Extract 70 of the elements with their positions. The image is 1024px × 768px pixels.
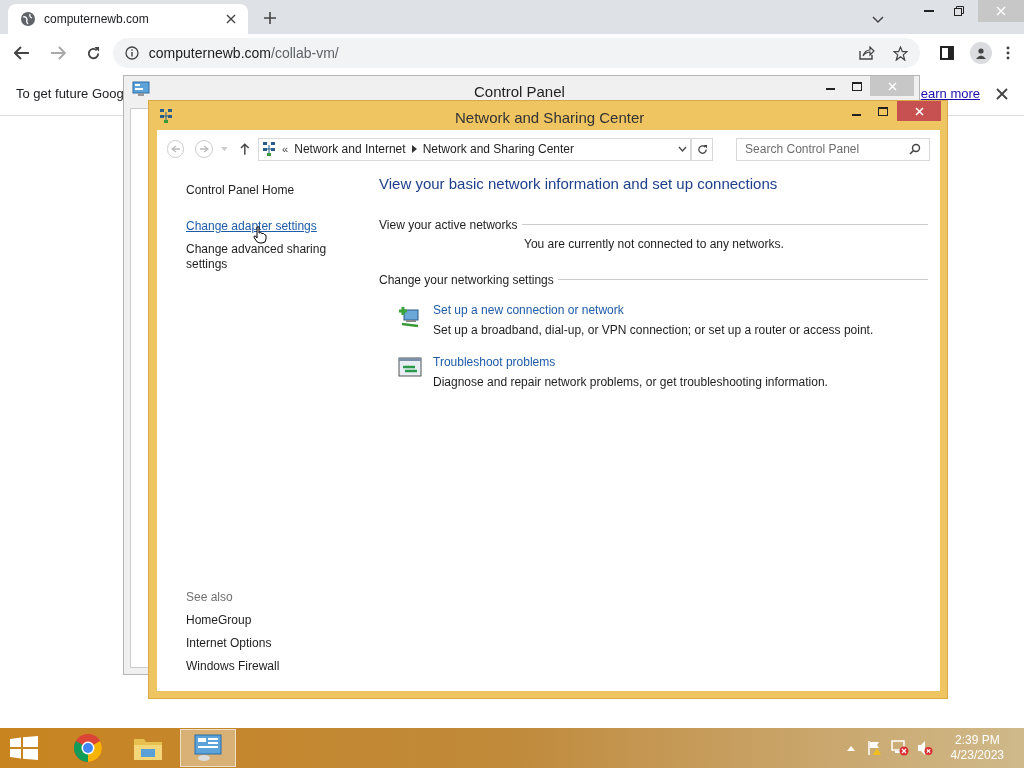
status-message: You are currently not connected to any networks. — [524, 235, 785, 253]
network-icon — [159, 108, 173, 124]
clock-time: 2:39 PM — [954, 733, 1000, 748]
tab-title: computernewb.com — [44, 11, 150, 28]
breadcrumb-arrow-icon[interactable] — [411, 145, 417, 153]
window-title: Control Panel — [474, 82, 565, 102]
window-title: Network and Sharing Center — [455, 108, 645, 128]
back-icon[interactable] — [14, 46, 30, 60]
section-title: View your active networks — [379, 216, 518, 234]
reload-icon[interactable] — [85, 45, 101, 61]
overflow-chevron[interactable]: « — [282, 140, 289, 158]
menu-icon[interactable] — [1006, 46, 1010, 60]
maximize-icon[interactable] — [878, 107, 888, 116]
see-also-link[interactable]: HomeGroup — [186, 613, 379, 628]
chrome-icon — [73, 733, 103, 763]
task-description: Set up a broadband, dial-up, or VPN connection; or set up a router or access point. — [433, 322, 874, 338]
see-also-link[interactable]: Internet Options — [186, 636, 379, 651]
address-bar[interactable]: computernewb.com/collab-vm/ — [112, 38, 921, 68]
back-icon — [170, 145, 181, 153]
learn-more-link[interactable]: earn more — [920, 83, 980, 104]
windows-logo-icon[interactable] — [10, 736, 38, 760]
chevron-down-icon[interactable] — [872, 16, 884, 24]
chevron-down-icon[interactable] — [677, 146, 687, 152]
search-input[interactable]: Search Control Panel — [745, 140, 909, 158]
share-icon[interactable] — [859, 46, 876, 60]
browser-tab[interactable]: computernewb.com — [8, 4, 248, 34]
network-connection-icon — [398, 304, 422, 329]
refresh-button[interactable] — [690, 137, 714, 161]
close-icon — [914, 106, 924, 116]
maximize-icon[interactable] — [852, 82, 862, 91]
control-panel-icon — [193, 734, 223, 762]
address-field[interactable]: « Network and Internet Network and Sharing Center — [258, 137, 691, 161]
forward-icon — [199, 145, 210, 153]
restore-icon[interactable] — [954, 6, 964, 16]
profile-avatar[interactable] — [970, 42, 992, 64]
globe-icon — [20, 11, 36, 27]
network-icon — [262, 141, 277, 157]
close-icon — [996, 6, 1006, 16]
clock-date: 4/23/2023 — [950, 748, 1004, 763]
taskbar-app[interactable] — [180, 729, 236, 767]
task-description: Diagnose and repair network problems, or get troubleshooting information. — [433, 374, 828, 390]
search-field[interactable]: Search Control Panel — [736, 137, 930, 161]
side-panel-icon[interactable] — [940, 46, 955, 60]
close-icon[interactable] — [996, 87, 1008, 100]
new-tab-icon[interactable] — [264, 12, 276, 24]
task-link[interactable]: Troubleshoot problems — [433, 354, 828, 370]
url-text: computernewb.com/collab-vm/ — [148, 43, 340, 63]
sidebar-link[interactable]: Change advanced sharing settings — [186, 242, 336, 272]
troubleshoot-icon — [398, 356, 422, 377]
close-icon[interactable] — [226, 14, 236, 24]
control-panel-icon — [132, 81, 150, 97]
info-icon[interactable] — [124, 46, 139, 60]
close-icon — [887, 81, 897, 91]
network-error-icon[interactable] — [890, 740, 909, 756]
breadcrumb[interactable]: Network and Sharing Center — [422, 140, 575, 158]
star-icon[interactable] — [893, 45, 909, 61]
sidebar-link[interactable]: Change adapter settings — [186, 219, 336, 234]
page-heading: View your basic network information and set up connections — [379, 174, 779, 194]
search-icon — [909, 143, 921, 155]
section-title: Change your networking settings — [379, 271, 554, 289]
breadcrumb[interactable]: Network and Internet — [294, 140, 406, 158]
sidebar-link[interactable]: Control Panel Home — [186, 183, 336, 198]
task-link[interactable]: Set up a new connection or network — [433, 302, 874, 318]
refresh-icon — [696, 143, 708, 155]
close-button[interactable] — [897, 101, 941, 121]
speaker-muted-icon[interactable] — [916, 740, 933, 756]
see-also-title: See also — [186, 590, 234, 605]
infobar-text: To get future Goog — [16, 84, 124, 103]
up-icon[interactable] — [240, 143, 251, 155]
see-also-link[interactable]: Windows Firewall — [186, 659, 379, 674]
